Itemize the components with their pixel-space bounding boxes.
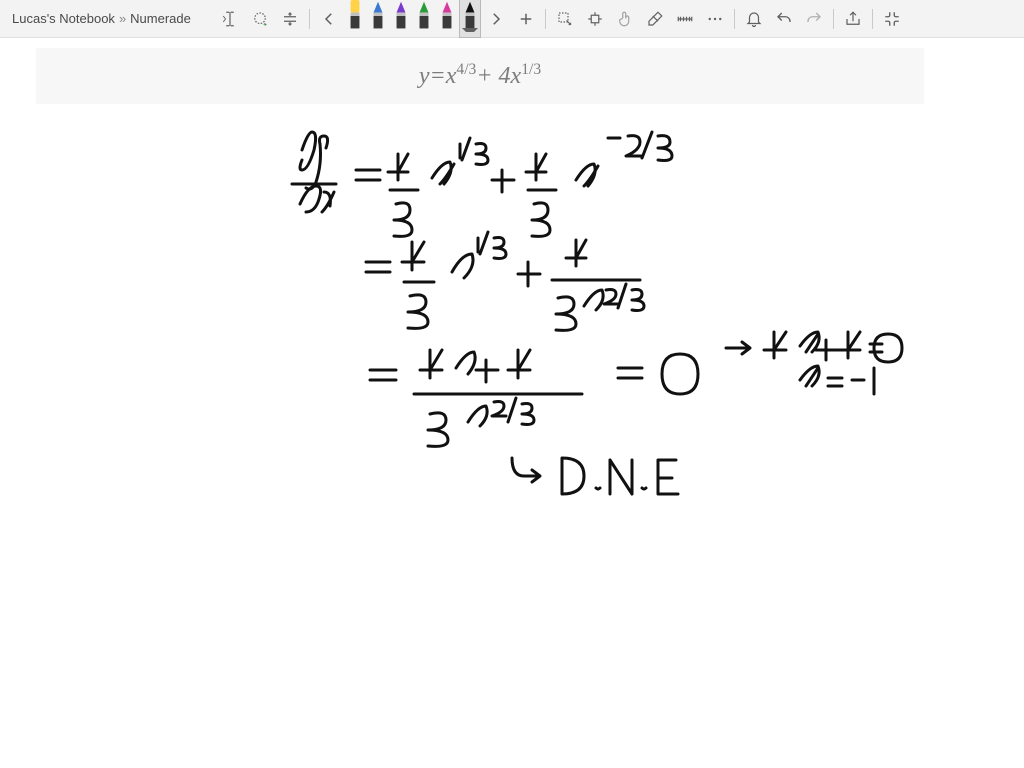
- draw-touch-button[interactable]: [610, 4, 640, 34]
- undo-icon: [775, 10, 793, 28]
- pen-blue[interactable]: [367, 0, 389, 38]
- highlighter-icon: [346, 0, 364, 32]
- pen-purple[interactable]: [390, 0, 412, 38]
- collapse-icon: [883, 10, 901, 28]
- text-cursor-icon: [221, 10, 239, 28]
- chevron-left-icon: [320, 10, 338, 28]
- pen-icon: [415, 0, 433, 32]
- text-tool-button[interactable]: [215, 4, 245, 34]
- notifications-button[interactable]: [739, 4, 769, 34]
- touch-draw-icon: [616, 10, 634, 28]
- chevron-right-icon: [487, 10, 505, 28]
- toolbar-divider: [734, 9, 735, 29]
- lasso-tool-button[interactable]: +: [245, 4, 275, 34]
- toolbar: Lucas's Notebook » Numerade +: [0, 0, 1024, 38]
- lasso-icon: +: [251, 10, 269, 28]
- note-canvas[interactable]: y = x4/3 + 4 x1/3: [0, 38, 1024, 768]
- more-button[interactable]: [700, 4, 730, 34]
- breadcrumb-notebook: Lucas's Notebook: [12, 11, 115, 26]
- add-pen-button[interactable]: [511, 4, 541, 34]
- problem-formula: y = x4/3 + 4 x1/3: [36, 48, 924, 104]
- share-icon: [844, 10, 862, 28]
- pen-icon: [392, 0, 410, 32]
- selection-tool-button[interactable]: [550, 4, 580, 34]
- selection-icon: [556, 10, 574, 28]
- toolbar-divider: [833, 9, 834, 29]
- bell-icon: [745, 10, 763, 28]
- pen-icon: [369, 0, 387, 32]
- formula-sup1: 4/3: [456, 61, 476, 79]
- pen-black-selected[interactable]: [459, 0, 481, 38]
- exit-fullscreen-button[interactable]: [877, 4, 907, 34]
- redo-button[interactable]: [799, 4, 829, 34]
- toolbar-divider: [872, 9, 873, 29]
- pen-green[interactable]: [413, 0, 435, 38]
- toolbar-divider: [309, 9, 310, 29]
- pen-icon: [438, 0, 456, 32]
- redo-icon: [805, 10, 823, 28]
- formula-sup2: 1/3: [521, 61, 541, 79]
- formula-eq: =: [430, 63, 446, 90]
- ruler-icon: [676, 10, 694, 28]
- svg-text:+: +: [263, 21, 267, 28]
- pan-tool-button[interactable]: [580, 4, 610, 34]
- eraser-button[interactable]: [640, 4, 670, 34]
- breadcrumb-separator: »: [119, 11, 126, 26]
- handwriting-ink: [280, 122, 940, 502]
- insert-space-button[interactable]: [275, 4, 305, 34]
- breadcrumb[interactable]: Lucas's Notebook » Numerade: [6, 11, 197, 26]
- insert-space-icon: [281, 10, 299, 28]
- pen-icon: [461, 0, 479, 32]
- ruler-button[interactable]: [670, 4, 700, 34]
- formula-x1: x: [446, 63, 457, 90]
- undo-button[interactable]: [769, 4, 799, 34]
- next-pen-button[interactable]: [481, 4, 511, 34]
- more-icon: [706, 10, 724, 28]
- formula-x2: x: [511, 63, 522, 90]
- prev-pen-button[interactable]: [314, 4, 344, 34]
- eraser-icon: [646, 10, 664, 28]
- breadcrumb-page: Numerade: [130, 11, 191, 26]
- share-button[interactable]: [838, 4, 868, 34]
- pen-magenta[interactable]: [436, 0, 458, 38]
- pen-tray: [344, 0, 481, 38]
- pen-highlighter-yellow[interactable]: [344, 0, 366, 38]
- toolbar-divider: [545, 9, 546, 29]
- formula-plus: + 4: [476, 63, 510, 90]
- pan-icon: [586, 10, 604, 28]
- plus-icon: [517, 10, 535, 28]
- formula-y: y: [419, 63, 430, 90]
